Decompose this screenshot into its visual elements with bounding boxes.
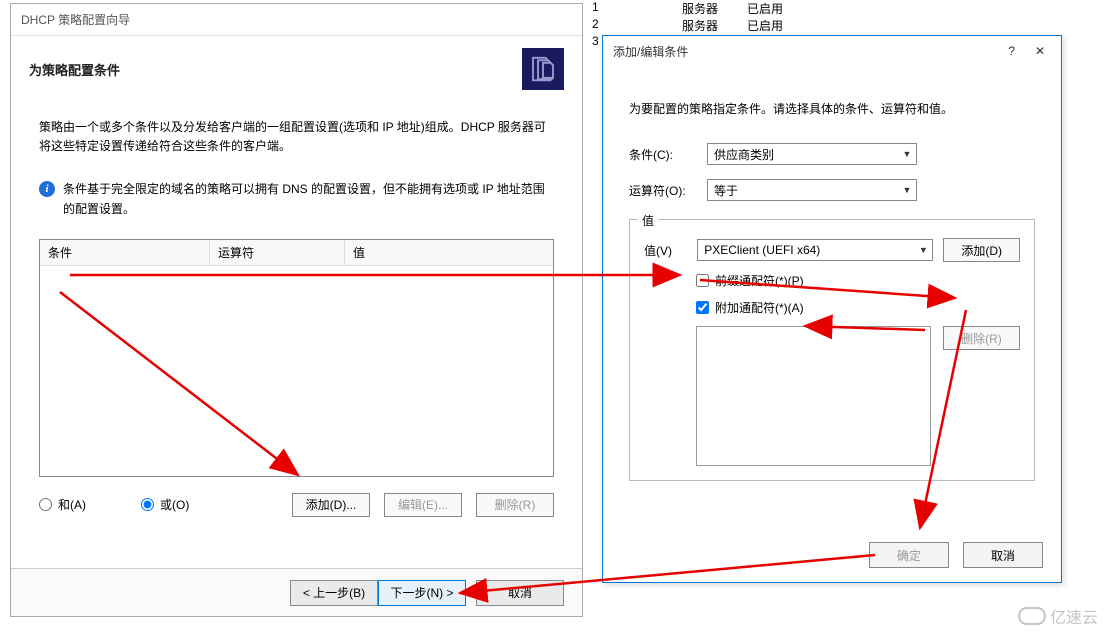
cancel-button[interactable]: 取消 [476, 580, 564, 606]
dialog-cancel-button[interactable]: 取消 [963, 542, 1043, 568]
bg-cell: 服务器 [682, 0, 747, 17]
bg-num: 1 [592, 0, 682, 17]
add-edit-condition-dialog: 添加/编辑条件 ? ✕ 为要配置的策略指定条件。请选择具体的条件、运算符和值。 … [602, 35, 1062, 583]
info-icon: i [39, 181, 55, 197]
dialog-instruction: 为要配置的策略指定条件。请选择具体的条件、运算符和值。 [629, 100, 1035, 117]
ok-button[interactable]: 确定 [869, 542, 949, 568]
condition-value: 供应商类别 [714, 146, 774, 163]
window-title: DHCP 策略配置向导 [11, 4, 582, 36]
back-button[interactable]: < 上一步(B) [290, 580, 378, 606]
bg-cell: 已启用 [747, 17, 807, 34]
value-label: 值(V) [644, 242, 687, 259]
delete-button[interactable]: 删除(R) [476, 493, 554, 517]
policy-icon [522, 48, 564, 90]
condition-label: 条件(C): [629, 146, 707, 163]
radio-and-label: 和(A) [58, 496, 86, 513]
radio-and[interactable]: 和(A) [39, 496, 86, 513]
operator-select[interactable]: 等于 ▼ [707, 179, 917, 201]
value-list[interactable] [696, 326, 931, 466]
condition-select[interactable]: 供应商类别 ▼ [707, 143, 917, 165]
bg-num: 2 [592, 17, 682, 34]
prefix-wildcard-label: 前缀通配符(*)(P) [715, 272, 804, 289]
prefix-wildcard-checkbox[interactable]: 前缀通配符(*)(P) [696, 272, 1020, 289]
add-value-button[interactable]: 添加(D) [943, 238, 1020, 262]
value-select[interactable]: PXEClient (UEFI x64) ▼ [697, 239, 933, 261]
edit-button[interactable]: 编辑(E)... [384, 493, 462, 517]
description-text: 策略由一个或多个条件以及分发给客户端的一组配置设置(选项和 IP 地址)组成。D… [39, 118, 554, 156]
page-title: 为策略配置条件 [29, 60, 120, 79]
dhcp-policy-wizard-window: DHCP 策略配置向导 为策略配置条件 策略由一个或多个条件以及分发给客户端的一… [10, 3, 583, 617]
dialog-title: 添加/编辑条件 [613, 43, 688, 60]
prefix-wildcard-input[interactable] [696, 274, 709, 287]
bg-cell: 已启用 [747, 0, 807, 17]
operator-label: 运算符(O): [629, 182, 707, 199]
col-condition[interactable]: 条件 [40, 240, 210, 266]
radio-or[interactable]: 或(O) [141, 496, 189, 513]
watermark-icon [1018, 607, 1046, 625]
append-wildcard-input[interactable] [696, 301, 709, 314]
remove-value-button[interactable]: 删除(R) [943, 326, 1020, 350]
bg-cell: 服务器 [682, 17, 747, 34]
radio-and-input[interactable] [39, 498, 52, 511]
append-wildcard-label: 附加通配符(*)(A) [715, 299, 804, 316]
watermark: 亿速云 [1018, 604, 1098, 628]
value-fieldset: 值 值(V) PXEClient (UEFI x64) ▼ 添加(D) 前缀通配… [629, 219, 1035, 481]
radio-or-input[interactable] [141, 498, 154, 511]
chevron-down-icon: ▼ [900, 183, 914, 197]
next-button[interactable]: 下一步(N) > [378, 580, 466, 606]
operator-value: 等于 [714, 182, 738, 199]
conditions-table[interactable]: 条件 运算符 值 [39, 239, 554, 477]
help-button[interactable]: ? [1002, 42, 1021, 60]
watermark-text: 亿速云 [1050, 604, 1098, 628]
value-selected: PXEClient (UEFI x64) [704, 243, 820, 257]
info-text: 条件基于完全限定的域名的策略可以拥有 DNS 的配置设置，但不能拥有选项或 IP… [63, 180, 554, 218]
add-button[interactable]: 添加(D)... [292, 493, 370, 517]
chevron-down-icon: ▼ [900, 147, 914, 161]
col-value[interactable]: 值 [345, 240, 553, 266]
radio-or-label: 或(O) [160, 496, 189, 513]
col-operator[interactable]: 运算符 [210, 240, 345, 266]
append-wildcard-checkbox[interactable]: 附加通配符(*)(A) [696, 299, 1020, 316]
chevron-down-icon: ▼ [916, 243, 930, 257]
fieldset-legend: 值 [638, 212, 658, 229]
close-button[interactable]: ✕ [1029, 42, 1051, 60]
